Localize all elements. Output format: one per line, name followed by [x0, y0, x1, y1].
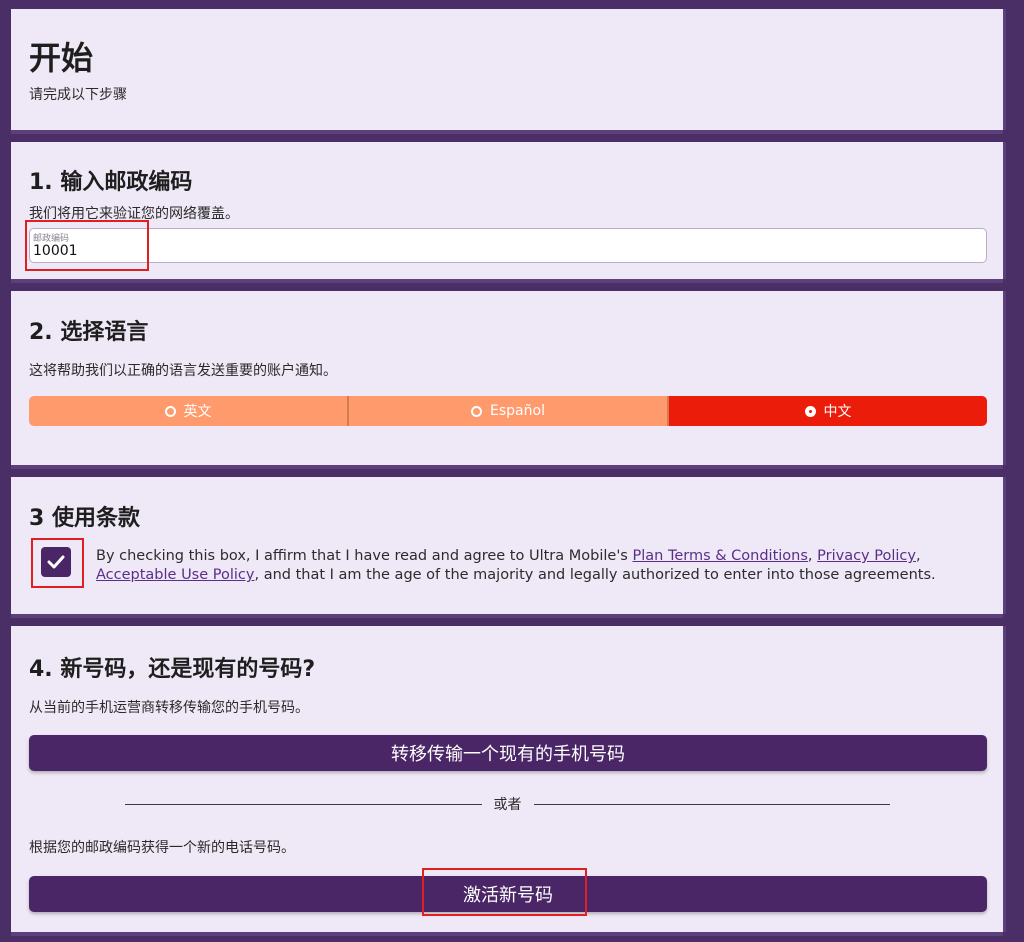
language-option-spanish[interactable]: Español: [349, 396, 669, 426]
privacy-policy-link[interactable]: Privacy Policy: [817, 548, 916, 564]
terms-separator: ,: [807, 548, 818, 564]
divider-line: [533, 803, 890, 805]
divider-line: [125, 803, 482, 805]
language-option-chinese[interactable]: 中文: [669, 396, 987, 426]
terms-text-outro: , and that I am the age of the majority …: [254, 567, 936, 583]
language-option-label: Español: [490, 403, 545, 419]
number-card: 4. 新号码，还是现有的号码? 从当前的手机运营商转移传输您的手机号码。 转移传…: [11, 626, 1003, 932]
transfer-number-button[interactable]: 转移传输一个现有的手机号码: [29, 735, 987, 771]
page-title: 开始: [29, 39, 94, 77]
divider-text: 或者: [493, 797, 522, 813]
zip-card: 1. 输入邮政编码 我们将用它来验证您的网络覆盖。 邮政编码 10001: [11, 142, 1003, 279]
terms-text-intro: By checking this box, I affirm that I ha…: [96, 548, 633, 564]
intro-card: 开始 请完成以下步骤: [11, 9, 1003, 130]
language-section-title: 2. 选择语言: [29, 320, 149, 345]
checkbox-highlight-box: [31, 538, 84, 588]
transfer-description: 从当前的手机运营商转移传输您的手机号码。: [29, 700, 309, 716]
language-option-label: 中文: [823, 404, 852, 420]
plan-terms-link[interactable]: Plan Terms & Conditions: [632, 548, 807, 564]
new-number-description: 根据您的邮政编码获得一个新的电话号码。: [29, 840, 295, 856]
activate-highlight-box: [422, 868, 587, 916]
terms-text: By checking this box, I affirm that I ha…: [96, 547, 956, 585]
language-option-english[interactable]: 英文: [29, 396, 349, 426]
language-option-label: 英文: [183, 404, 212, 420]
zip-highlight-box: [25, 220, 149, 271]
radio-unchecked-icon: [471, 405, 483, 417]
zip-section-title: 1. 输入邮政编码: [29, 170, 193, 195]
radio-checked-icon: [804, 405, 816, 417]
language-card: 2. 选择语言 这将帮助我们以正确的语言发送重要的账户通知。 英文 Españo…: [11, 291, 1003, 465]
language-selector: 英文 Español 中文: [29, 396, 987, 426]
zip-code-input[interactable]: 邮政编码 10001: [29, 228, 987, 263]
acceptable-use-policy-link[interactable]: Acceptable Use Policy: [96, 567, 254, 583]
terms-card: 3 使用条款 By checking this box, I affirm th…: [11, 477, 1003, 614]
language-section-description: 这将帮助我们以正确的语言发送重要的账户通知。: [29, 363, 337, 379]
number-section-title: 4. 新号码，还是现有的号码?: [29, 657, 316, 682]
terms-section-title: 3 使用条款: [29, 506, 140, 531]
page-subtitle: 请完成以下步骤: [29, 87, 127, 103]
radio-unchecked-icon: [164, 405, 176, 417]
terms-separator: ,: [915, 548, 921, 564]
or-divider: 或者: [125, 794, 890, 814]
